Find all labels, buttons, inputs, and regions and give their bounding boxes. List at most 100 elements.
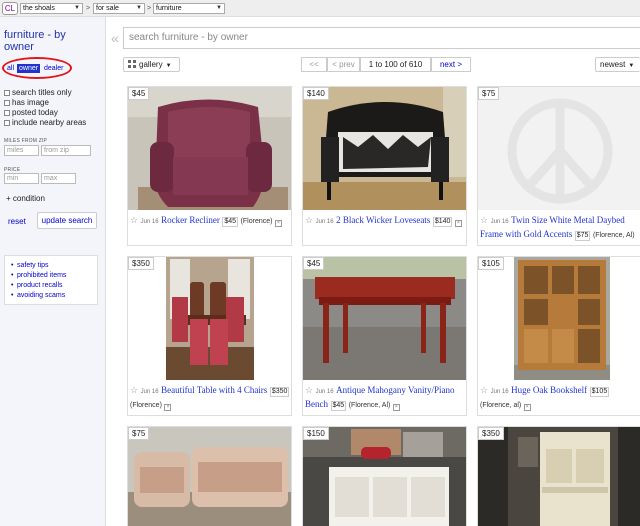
category-label: furniture [156,5,182,12]
link-label: prohibited items [17,272,67,279]
price-badge: $45 [128,87,150,100]
listing-card[interactable]: $45 ☆ Jun 16 Rocker Recliner $45 (Floren… [127,86,292,246]
safety-tips-link[interactable]: safety tips [5,261,97,271]
search-input[interactable]: search furniture - by owner [123,27,640,49]
loveseat-photo [303,87,466,210]
chevron-down-icon: ▼ [216,5,222,11]
listing-photo[interactable] [478,257,640,380]
avoiding-scams-link[interactable]: avoiding scams [5,291,97,301]
miles-input[interactable]: miles [4,145,39,156]
condition-toggle[interactable]: + condition [6,194,45,203]
next-page-button[interactable]: next > [431,57,471,72]
listing-meta: ☆ Jun 16 Twin Size White Metal Daybed Fr… [480,214,640,242]
listing-price: $75 [574,231,591,241]
checkbox-label: include nearby areas [12,118,87,127]
update-search-button[interactable]: update search [37,212,97,229]
listing-photo[interactable] [303,427,466,526]
price-badge: $105 [478,257,504,270]
reset-link[interactable]: reset [8,217,26,226]
has-image-checkbox[interactable]: has image [4,98,49,107]
star-icon[interactable]: ☆ [480,385,488,395]
table-chairs-photo [128,257,291,380]
listing-card[interactable]: $75 ☆ Jun 16 Twin Size White Metal Daybe… [477,86,640,246]
listing-photo[interactable] [128,257,291,380]
listing-title-link[interactable]: Rocker Recliner [161,215,220,225]
area-select[interactable]: the shoals ▼ [20,3,83,14]
listing-meta: ☆ Jun 16 2 Black Wicker Loveseats $140 × [305,214,465,228]
breadcrumb-separator: > [147,5,152,12]
listing-title-link[interactable]: 2 Black Wicker Loveseats [336,215,430,225]
highlight-circle [2,57,72,79]
listing-card[interactable]: $350 ☆ Jun 16 Beautiful Table with 4 Cha… [127,256,292,416]
checkbox-box [4,120,10,126]
listing-card[interactable]: $140 ☆ Jun 16 2 Black Wicker Loveseats $… [302,86,467,246]
craigslist-logo[interactable]: CL [2,2,18,15]
listing-location: (Florence, Al) [348,402,391,409]
listing-card[interactable]: $75 [127,426,292,526]
min-price-input[interactable]: min [4,173,39,184]
listing-photo[interactable] [128,87,291,210]
view-select[interactable]: gallery ▼ [123,57,180,72]
category-select[interactable]: furniture ▼ [153,3,225,14]
bookshelf-photo [478,257,640,380]
posted-today-checkbox[interactable]: posted today [4,108,58,117]
chevron-down-icon: ▼ [136,5,142,11]
hide-icon[interactable]: × [392,404,400,411]
sofa-photo [128,427,291,526]
condition-label: condition [12,194,45,203]
listing-photo[interactable] [303,87,466,210]
view-label: gallery [139,60,163,69]
hide-icon[interactable]: × [454,220,462,227]
tv-stand-photo [303,427,466,526]
hide-icon[interactable]: × [164,404,172,411]
price-badge: $75 [128,427,150,440]
listing-card[interactable]: $45 ☆ Jun 16 Antique Mahogany Vanity/Pia… [302,256,467,416]
listing-card[interactable]: $150 [302,426,467,526]
chevron-down-icon: ▼ [628,63,635,69]
listing-card[interactable]: $105 ☆ Jun 16 Huge Oak Bookshelf $105 (F… [477,256,640,416]
listing-title-link[interactable]: Huge Oak Bookshelf [511,385,587,395]
grid-icon [128,60,136,68]
listing-location: (Florence, Al) [592,232,635,239]
listing-price: $350 [269,387,290,397]
listing-card[interactable]: $350 [477,426,640,526]
price-badge: $350 [478,427,504,440]
star-icon[interactable]: ☆ [130,385,138,395]
include-nearby-checkbox[interactable]: include nearby areas [4,118,86,127]
price-badge: $45 [303,257,325,270]
listing-photo[interactable] [478,427,640,526]
listing-photo[interactable] [128,427,291,526]
prev-page-button[interactable]: < prev [327,57,360,72]
listing-date: Jun 16 [490,389,509,395]
plus-icon: + [6,194,13,203]
link-label: product recalls [17,282,63,289]
product-recalls-link[interactable]: product recalls [5,281,97,291]
zip-input[interactable]: from zip [41,145,91,156]
hide-icon[interactable]: × [275,220,282,227]
prohibited-items-link[interactable]: prohibited items [5,271,97,281]
hide-icon[interactable]: × [523,404,531,411]
search-titles-only-checkbox[interactable]: search titles only [4,88,72,97]
checkbox-label: search titles only [12,88,72,97]
collapse-sidebar-icon[interactable]: « [111,30,119,46]
star-icon[interactable]: ☆ [305,215,313,225]
max-price-input[interactable]: max [41,173,76,184]
checkbox-label: posted today [12,108,58,117]
star-icon[interactable]: ☆ [480,215,488,225]
sort-select[interactable]: newest ▼ [595,57,640,72]
breadcrumb-bar: CL the shoals ▼ > for sale ▼ > furniture ▼ [0,0,640,17]
section-select[interactable]: for sale ▼ [93,3,145,14]
listing-photo[interactable] [478,87,640,210]
star-icon[interactable]: ☆ [130,215,138,225]
star-icon[interactable]: ☆ [305,385,313,395]
listing-meta: ☆ Jun 16 Rocker Recliner $45 (Florence) … [130,214,290,228]
peace-placeholder-icon [507,98,613,204]
listing-location: (Florence) [240,218,273,225]
first-page-button[interactable]: << [301,57,327,72]
listing-title-link[interactable]: Beautiful Table with 4 Chairs [161,385,267,395]
recliner-photo [128,87,291,210]
page-title: furniture - by owner [4,29,66,53]
sidebar: furniture - by owner all owner dealer se… [0,17,106,526]
listing-photo[interactable] [303,257,466,380]
listing-price: $45 [222,217,239,227]
